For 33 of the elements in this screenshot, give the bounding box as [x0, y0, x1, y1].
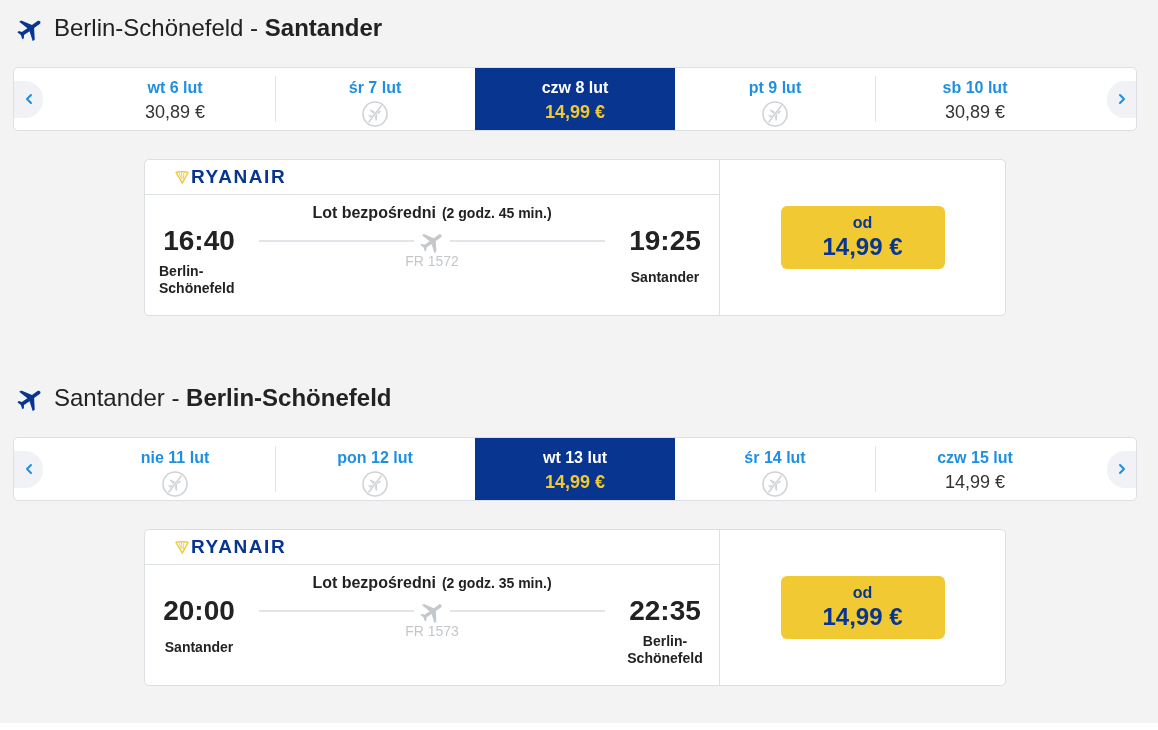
arrival-city: Santander: [630, 268, 700, 286]
no-flight-icon: [362, 471, 388, 497]
date-tab[interactable]: czw 8 lut 14,99 €: [475, 68, 675, 130]
flight-number: FR 1573: [405, 623, 459, 639]
airline-name: RYANAIR: [191, 166, 287, 188]
departure-city: Berlin-Schönefeld: [159, 263, 236, 297]
next-button[interactable]: [1107, 450, 1136, 488]
airline-name: RYANAIR: [191, 536, 287, 558]
no-flight-icon: [762, 471, 788, 497]
no-flight-icon: [362, 101, 388, 127]
departure-time: 20:00: [163, 595, 235, 627]
departure-time: 16:40: [163, 225, 235, 257]
arrival-time: 19:25: [629, 225, 701, 257]
previous-button[interactable]: [14, 450, 43, 488]
route-heading: Berlin-Schönefeld - Santander: [54, 14, 383, 42]
flight-duration: (2 godz. 45 min.): [441, 204, 552, 223]
no-flight-icon: [762, 101, 788, 127]
previous-button[interactable]: [14, 80, 43, 118]
flight-duration: (2 godz. 35 min.): [441, 574, 552, 593]
no-flight-icon: [162, 471, 188, 497]
next-button[interactable]: [1107, 80, 1136, 118]
route-heading: Santander - Berlin-Schönefeld: [54, 384, 392, 412]
arrival-city: Berlin-Schönefeld: [626, 633, 704, 667]
date-tab[interactable]: wt 13 lut 14,99 €: [475, 438, 675, 500]
departure-city: Santander: [164, 638, 234, 656]
price-button[interactable]: od 14,99 €: [780, 206, 945, 269]
flight-type: Lot bezpośredni: [312, 203, 436, 223]
harp-icon: [175, 540, 189, 554]
flight-number: FR 1572: [405, 253, 459, 269]
arrival-time: 22:35: [629, 595, 701, 627]
price-button[interactable]: od 14,99 €: [780, 576, 945, 639]
harp-icon: [175, 170, 189, 184]
flight-type: Lot bezpośredni: [312, 573, 436, 593]
